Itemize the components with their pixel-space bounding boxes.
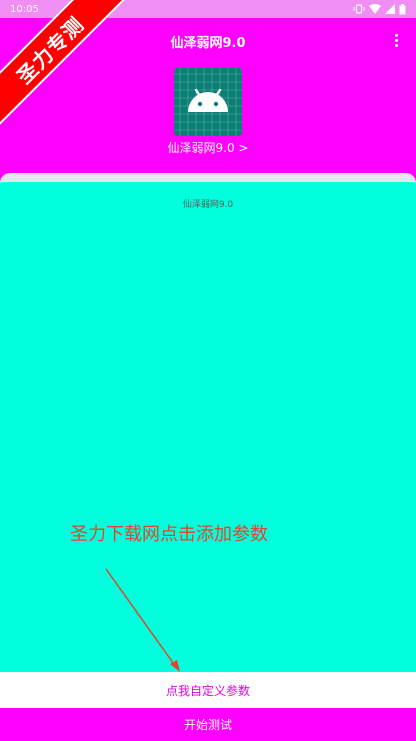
custom-params-button[interactable]: 点我自定义参数 [0,672,416,708]
arrow-icon [105,568,180,672]
start-test-button[interactable]: 开始测试 [0,708,416,741]
